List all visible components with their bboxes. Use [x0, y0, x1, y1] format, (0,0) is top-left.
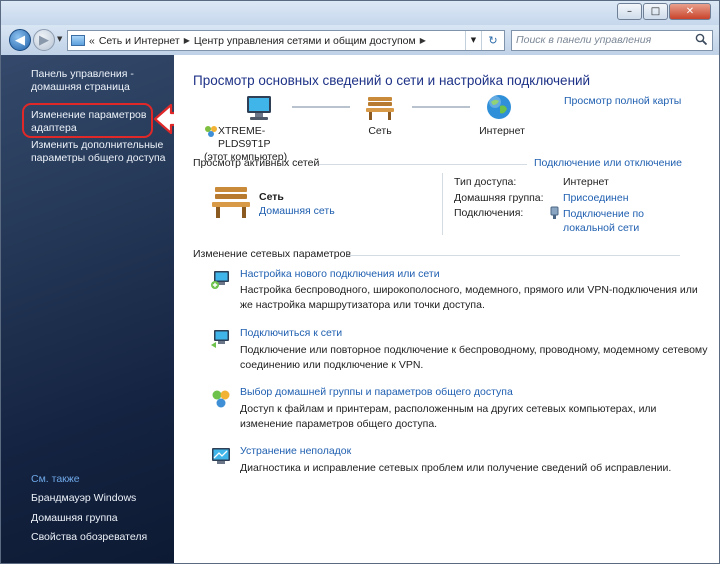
close-button[interactable]: ✕ [669, 3, 711, 20]
task-homegroup-link[interactable]: Выбор домашней группы и параметров общег… [240, 386, 513, 398]
breadcrumb-separator-icon[interactable]: ▶ [184, 36, 190, 45]
map-connection-line [292, 106, 350, 108]
breadcrumb-prefix[interactable]: « [89, 35, 95, 47]
connections-label: Подключения: [454, 207, 524, 219]
sidebar-item-home[interactable]: Панель управления - домашняя страница [31, 68, 171, 94]
task-homegroup-desc: Доступ к файлам и принтерам, расположенн… [240, 403, 657, 430]
minimize-button[interactable]: – [617, 3, 642, 20]
access-type-value: Интернет [563, 176, 609, 188]
control-panel-icon [71, 35, 85, 46]
back-button[interactable]: ◀ [9, 29, 31, 51]
access-type-label: Тип доступа: [454, 176, 517, 188]
recent-pages-dropdown[interactable]: ▼ [57, 35, 62, 43]
see-also-heading: См. также [31, 473, 80, 485]
active-network-name: Сеть [259, 191, 284, 203]
page-title: Просмотр основных сведений о сети и наст… [193, 73, 591, 88]
computer-icon [247, 96, 271, 120]
search-placeholder: Поиск в панели управления [516, 34, 652, 46]
vertical-divider [442, 173, 443, 235]
breadcrumb-network-center[interactable]: Центр управления сетями и общим доступом [194, 35, 416, 47]
section-divider [319, 164, 527, 165]
title-bar: – □ ✕ [1, 1, 719, 25]
window-controls: – □ ✕ [617, 3, 711, 20]
view-full-map-link[interactable]: Просмотр полной карты [564, 95, 681, 107]
maximize-button[interactable]: □ [643, 3, 668, 20]
control-panel-window: – □ ✕ ◀ ▶ ▼ « Сеть и Интернет ▶ Центр уп… [0, 0, 720, 564]
network-bench-icon[interactable] [364, 95, 396, 121]
homegroup-label: Домашняя группа: [454, 192, 544, 204]
breadcrumb-network-internet[interactable]: Сеть и Интернет [99, 35, 180, 47]
sidebar: Панель управления - домашняя страница Из… [1, 55, 174, 563]
troubleshoot-icon [212, 448, 230, 464]
task-setup-connection-desc: Настройка беспроводного, широкополосного… [240, 284, 698, 311]
connect-disconnect-link[interactable]: Подключение или отключение [534, 157, 682, 169]
homegroup-value-link[interactable]: Присоединен [563, 192, 629, 204]
search-input[interactable]: Поиск в панели управления [511, 30, 713, 51]
homegroup-badge-icon [205, 126, 217, 137]
task-connect-network-desc: Подключение или повторное подключение к … [240, 344, 708, 371]
homegroup-icon [212, 390, 230, 408]
connect-network-icon [211, 330, 229, 348]
sidebar-item-firewall[interactable]: Брандмауэр Windows [31, 492, 171, 505]
search-icon[interactable] [695, 33, 708, 46]
local-connection-link[interactable]: Подключение по локальной сети [563, 207, 663, 235]
task-troubleshoot-desc: Диагностика и исправление сетевых пробле… [240, 462, 672, 474]
active-networks-heading: Просмотр активных сетей [193, 157, 320, 169]
network-bench-icon [212, 187, 250, 218]
navigation-bar: ◀ ▶ ▼ « Сеть и Интернет ▶ Центр управлен… [1, 25, 719, 55]
section-divider [348, 255, 680, 256]
change-settings-heading: Изменение сетевых параметров [193, 248, 352, 260]
highlight-oval [22, 103, 153, 138]
sidebar-item-internet-options[interactable]: Свойства обозревателя [31, 531, 171, 544]
sidebar-item-sharing-settings[interactable]: Изменить дополнительные параметры общего… [31, 139, 171, 165]
new-connection-icon [211, 271, 229, 289]
address-bar[interactable]: « Сеть и Интернет ▶ Центр управления сет… [67, 30, 505, 51]
task-troubleshoot-link[interactable]: Устранение неполадок [240, 445, 351, 457]
breadcrumb-separator-icon[interactable]: ▶ [420, 36, 426, 45]
address-dropdown-icon[interactable]: ▼ [465, 31, 481, 50]
refresh-icon[interactable]: ↻ [481, 31, 504, 50]
network-node-label: Сеть [368, 125, 392, 137]
map-connection-line [412, 106, 470, 108]
network-type-link[interactable]: Домашняя сеть [259, 205, 335, 217]
task-connect-network-link[interactable]: Подключиться к сети [240, 327, 342, 339]
forward-button[interactable]: ▶ [33, 29, 55, 51]
task-setup-connection-link[interactable]: Настройка нового подключения или сети [240, 268, 440, 280]
internet-node-label: Интернет [479, 125, 525, 137]
internet-globe-icon[interactable] [485, 93, 513, 121]
computer-name: XTREME-PLDS9T1P [218, 125, 271, 150]
sidebar-item-homegroup[interactable]: Домашняя группа [31, 512, 171, 525]
main-content: Просмотр основных сведений о сети и наст… [174, 55, 719, 563]
ethernet-icon [550, 206, 559, 219]
